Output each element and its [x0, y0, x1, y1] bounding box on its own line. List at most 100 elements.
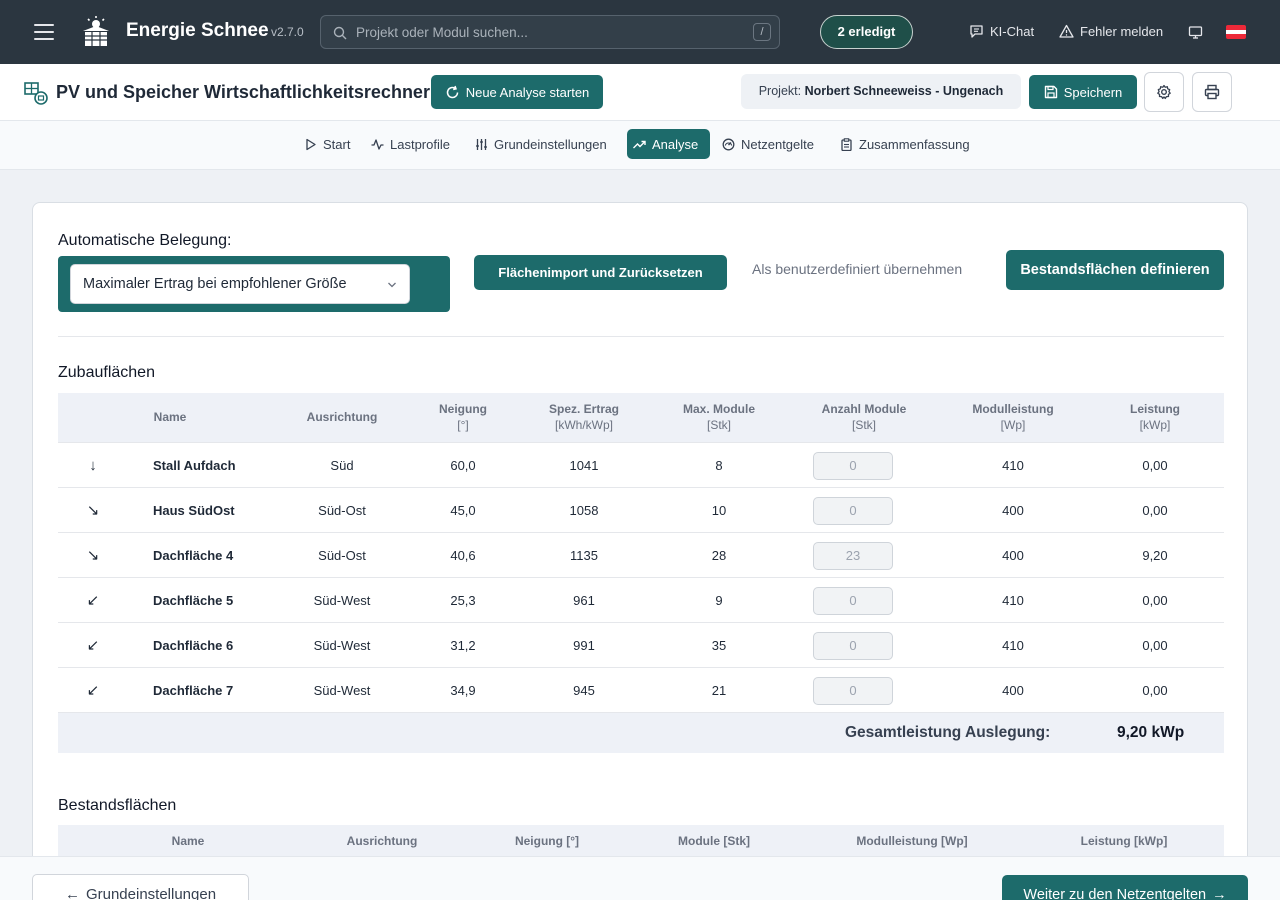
- search-input[interactable]: Projekt oder Modul suchen... /: [320, 15, 780, 49]
- total-value: 9,20 kWp: [1117, 724, 1185, 741]
- printer-icon: [1204, 84, 1220, 100]
- tab-analyse[interactable]: Analyse: [627, 129, 710, 159]
- tab-start[interactable]: Start: [298, 129, 356, 159]
- next-label: Weiter zu den Netzentgelten: [1023, 887, 1207, 900]
- activity-icon: [371, 138, 384, 150]
- page-title: PV und Speicher Wirtschaftlichkeitsrechn…: [56, 82, 430, 102]
- row-modulleistung: 410: [1002, 458, 1024, 473]
- row-max-module: 35: [711, 638, 727, 653]
- table-row: ↙ Dachfläche 5 Süd-West 25,3 961 9 0 410 0,00: [58, 578, 1224, 623]
- row-ausrichtung: Süd-West: [313, 683, 371, 698]
- search-icon: [333, 26, 347, 40]
- row-ausrichtung: Süd-Ost: [318, 503, 366, 518]
- zubau-section-title: Zubauflächen: [58, 364, 155, 381]
- back-button[interactable]: ← Grundeinstellungen: [32, 874, 249, 900]
- row-modulleistung: 400: [1002, 548, 1024, 563]
- row-ausrichtung: Süd-West: [313, 593, 371, 608]
- tab-netzentgelte[interactable]: Netzentgelte: [716, 129, 820, 159]
- menu-icon[interactable]: [34, 24, 54, 40]
- header-anzahl-module: Anzahl Module [Stk]: [821, 402, 907, 432]
- orientation-arrow-icon: ↙: [86, 682, 100, 699]
- project-label: Projekt:: [758, 84, 802, 98]
- header-modulleistung: Modulleistung [Wp]: [972, 402, 1054, 432]
- adopt-custom-button[interactable]: Als benutzerdefiniert übernehmen: [752, 261, 962, 277]
- row-max-module: 9: [715, 593, 723, 608]
- tab-label: Grundeinstellungen: [494, 136, 607, 152]
- import-reset-button[interactable]: Flächenimport und Zurücksetzen: [474, 255, 727, 290]
- brand-name: Energie Schnee: [126, 20, 269, 41]
- row-ausrichtung: Süd-West: [313, 638, 371, 653]
- tab-label: Lastprofile: [390, 136, 450, 152]
- monitor-icon[interactable]: [1188, 25, 1203, 40]
- header-leistung: Leistung [kWp]: [1130, 402, 1180, 432]
- report-error-label: Fehler melden: [1080, 24, 1164, 39]
- row-ausrichtung: Süd-Ost: [318, 548, 366, 563]
- row-name: Dachfläche 5: [153, 593, 234, 608]
- module-count-input[interactable]: 0: [813, 587, 893, 615]
- title-bar: PV und Speicher Wirtschaftlichkeitsrechn…: [0, 64, 1280, 121]
- row-name: Dachfläche 4: [153, 548, 234, 563]
- project-indicator: Projekt: Norbert Schneeweiss - Ungenach: [741, 74, 1021, 109]
- orientation-arrow-icon: ↓: [89, 457, 97, 474]
- assignment-select[interactable]: Maximaler Ertrag bei empfohlener Größe: [70, 264, 410, 304]
- row-neigung: 60,0: [450, 458, 476, 473]
- module-count-input[interactable]: 0: [813, 632, 893, 660]
- row-modulleistung: 410: [1002, 593, 1024, 608]
- ai-chat-label: KI-Chat: [990, 24, 1035, 39]
- row-leistung: 0,00: [1142, 593, 1168, 608]
- project-name: Norbert Schneeweiss - Ungenach: [804, 84, 1004, 98]
- tab-lastprofile[interactable]: Lastprofile: [365, 129, 456, 159]
- report-error-link[interactable]: Fehler melden: [1059, 24, 1163, 39]
- trending-up-icon: [633, 140, 646, 148]
- row-leistung: 0,00: [1142, 638, 1168, 653]
- new-analysis-button[interactable]: Neue Analyse starten: [431, 75, 603, 109]
- row-leistung: 0,00: [1142, 683, 1168, 698]
- row-leistung: 0,00: [1142, 458, 1168, 473]
- print-button[interactable]: [1192, 72, 1232, 112]
- module-count-input[interactable]: 0: [813, 497, 893, 525]
- row-ausrichtung: Süd: [330, 458, 354, 473]
- orientation-arrow-icon: ↘: [86, 502, 100, 519]
- play-icon: [306, 138, 316, 150]
- define-existing-areas-button[interactable]: Bestandsflächen definieren: [1006, 250, 1224, 290]
- header-name: Name: [153, 410, 187, 424]
- warning-icon: [1059, 24, 1074, 38]
- row-ertrag: 945: [573, 683, 595, 698]
- row-max-module: 28: [711, 548, 727, 563]
- tab-zusammenfassung[interactable]: Zusammenfassung: [834, 129, 976, 159]
- automatic-assignment-label: Automatische Belegung:: [58, 232, 232, 249]
- back-label: Grundeinstellungen: [85, 885, 217, 900]
- row-leistung: 9,20: [1142, 548, 1168, 563]
- step-navigation: Start Lastprofile Grundeinstellungen Ana…: [0, 121, 1280, 170]
- row-ertrag: 1135: [570, 548, 598, 563]
- new-analysis-label: Neue Analyse starten: [465, 84, 590, 100]
- chat-icon: [970, 25, 983, 38]
- table-row: ↙ Dachfläche 6 Süd-West 31,2 991 35 0 410 0,00: [58, 623, 1224, 668]
- austria-flag-icon[interactable]: [1226, 25, 1246, 39]
- row-max-module: 8: [715, 458, 723, 473]
- module-count-input[interactable]: 0: [813, 452, 893, 480]
- row-leistung: 0,00: [1142, 503, 1168, 518]
- table-row: ↘ Haus SüdOst Süd-Ost 45,0 1058 10 0 400 0,00: [58, 488, 1224, 533]
- header-module: Module [Stk]: [678, 834, 750, 848]
- arrow-right-icon: →: [1212, 887, 1227, 900]
- footer-bar: ← Grundeinstellungen Weiter zu den Netze…: [0, 856, 1280, 900]
- row-max-module: 10: [711, 503, 727, 518]
- next-button[interactable]: Weiter zu den Netzentgelten →: [1002, 875, 1248, 900]
- save-button[interactable]: Speichern: [1029, 75, 1137, 109]
- table-header: Name Ausrichtung Neigung [°] Spez. Ertrag…: [58, 393, 1224, 443]
- bestand-section-title: Bestandsflächen: [58, 797, 177, 814]
- version-label: v2.7.0: [271, 25, 304, 39]
- row-neigung: 40,6: [450, 548, 476, 563]
- assignment-select-container: Maximaler Ertrag bei empfohlener Größe: [58, 256, 450, 312]
- module-count-input[interactable]: 0: [813, 677, 893, 705]
- settings-button[interactable]: [1144, 72, 1184, 112]
- row-name: Haus SüdOst: [153, 503, 235, 518]
- module-count-input[interactable]: 23: [813, 542, 893, 570]
- ai-chat-link[interactable]: KI-Chat: [969, 24, 1034, 39]
- gauge-icon: [722, 138, 735, 150]
- tab-label: Zusammenfassung: [859, 136, 970, 152]
- done-badge[interactable]: 2 erledigt: [820, 15, 913, 49]
- tab-grundeinstellungen[interactable]: Grundeinstellungen: [469, 129, 613, 159]
- search-shortcut: /: [753, 23, 771, 41]
